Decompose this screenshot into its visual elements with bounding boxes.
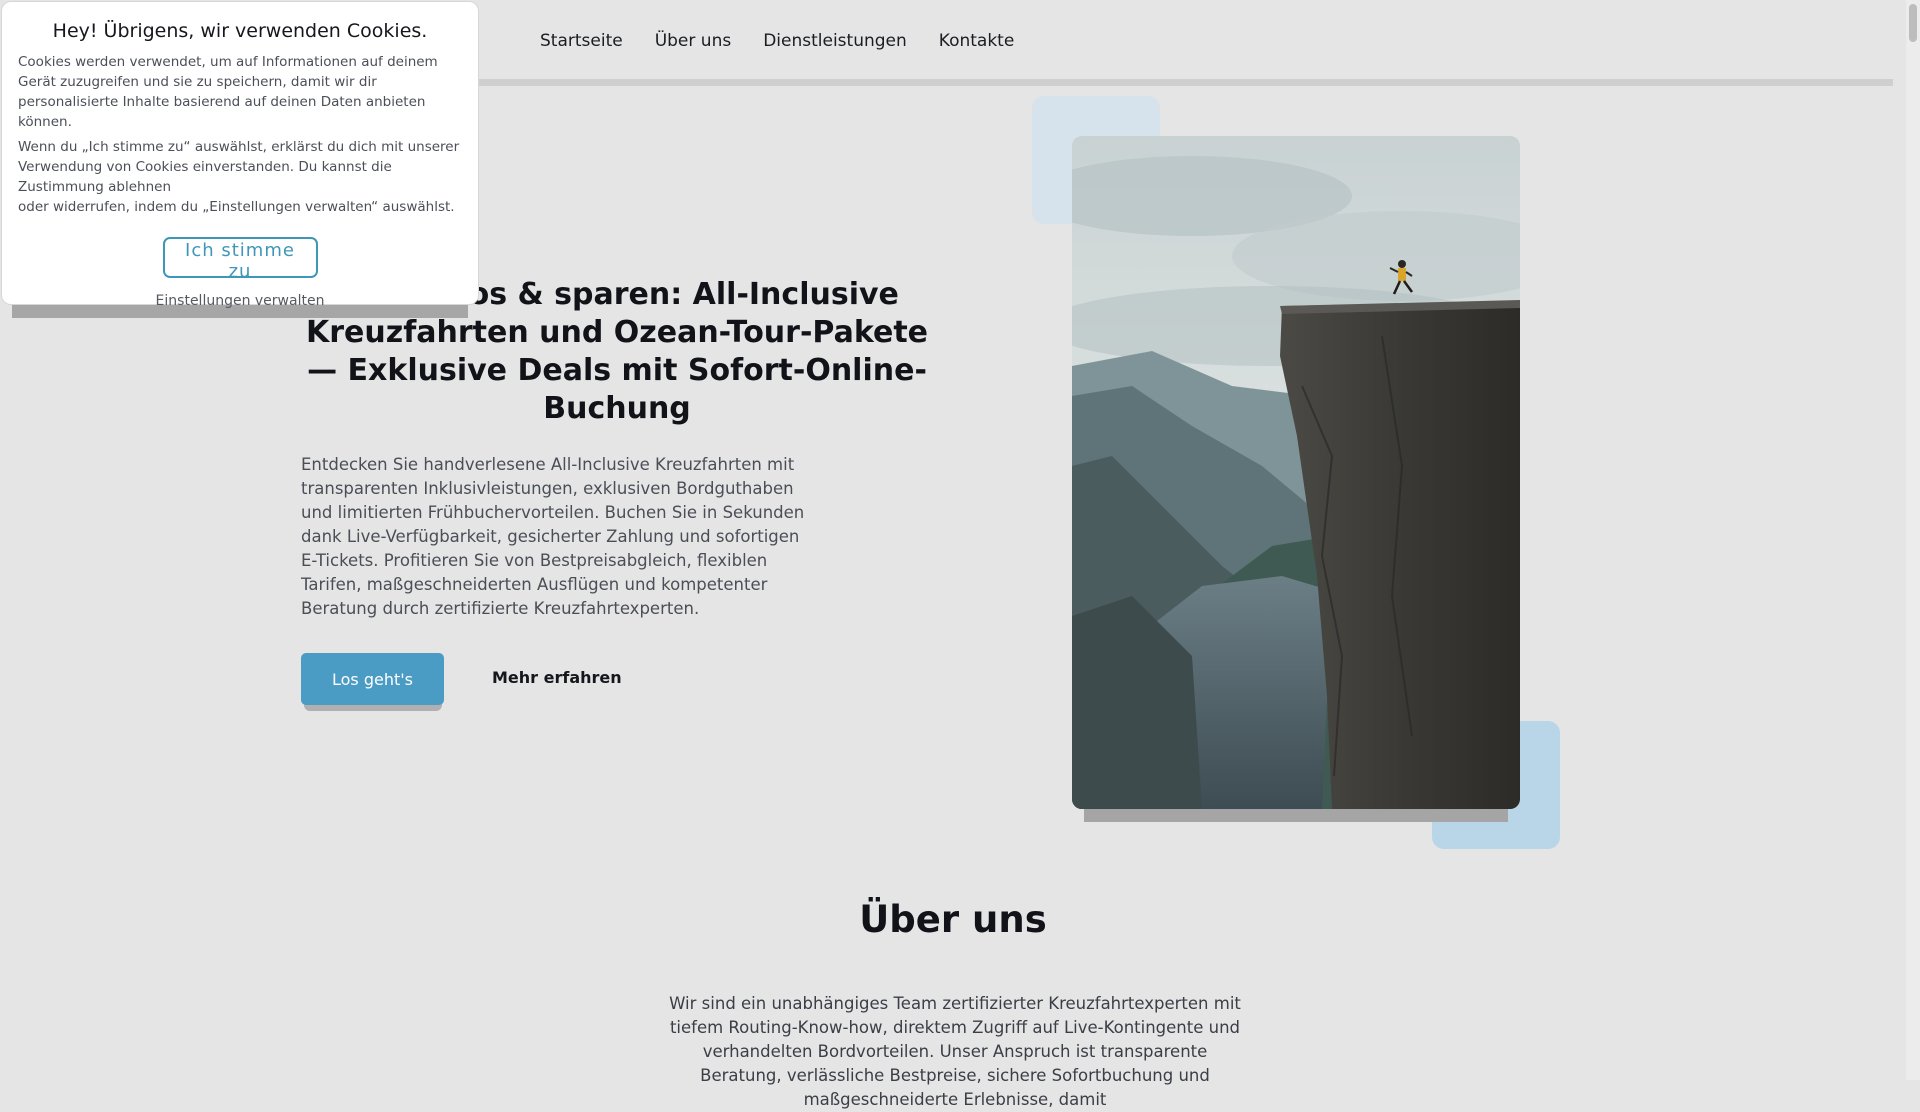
scrollbar-thumb[interactable] bbox=[1909, 4, 1917, 42]
mehr-erfahren-button[interactable]: Mehr erfahren bbox=[492, 668, 622, 687]
nav-dienstleistungen[interactable]: Dienstleistungen bbox=[763, 31, 907, 51]
about-title: Über uns bbox=[859, 898, 1047, 941]
header-divider bbox=[470, 79, 1893, 86]
los-gehts-button[interactable]: Los geht's bbox=[301, 653, 444, 705]
hero-description: Entdecken Sie handverlesene All-Inclusiv… bbox=[301, 455, 805, 618]
nav-startseite[interactable]: Startseite bbox=[540, 31, 623, 51]
about-description: Wir sind ein unabhängiges Team zertifizi… bbox=[669, 994, 1241, 1109]
cookie-manage-settings-link[interactable]: Einstellungen verwalten bbox=[18, 293, 462, 309]
cookie-title: Hey! Übrigens, wir verwenden Cookies. bbox=[52, 20, 428, 42]
cookie-accept-button[interactable]: Ich stimme zu bbox=[162, 237, 318, 282]
cookie-text-1: Cookies werden verwendet, um auf Informa… bbox=[18, 54, 438, 130]
scrollbar[interactable] bbox=[1906, 0, 1920, 1080]
nav-ueber-uns[interactable]: Über uns bbox=[655, 31, 732, 51]
main-nav: Startseite Über uns Dienstleistungen Kon… bbox=[540, 31, 1046, 51]
hero-image-cliff bbox=[1072, 136, 1520, 809]
cliff-landscape-illustration bbox=[1072, 136, 1520, 809]
nav-kontakte[interactable]: Kontakte bbox=[939, 31, 1015, 51]
cookie-text-3: oder widerrufen, indem du „Einstellungen… bbox=[18, 199, 455, 215]
cookie-text-2: Wenn du „Ich stimme zu“ auswählst, erklä… bbox=[18, 139, 460, 195]
cookie-consent-modal: Hey! Übrigens, wir verwenden Cookies. Co… bbox=[1, 1, 479, 309]
